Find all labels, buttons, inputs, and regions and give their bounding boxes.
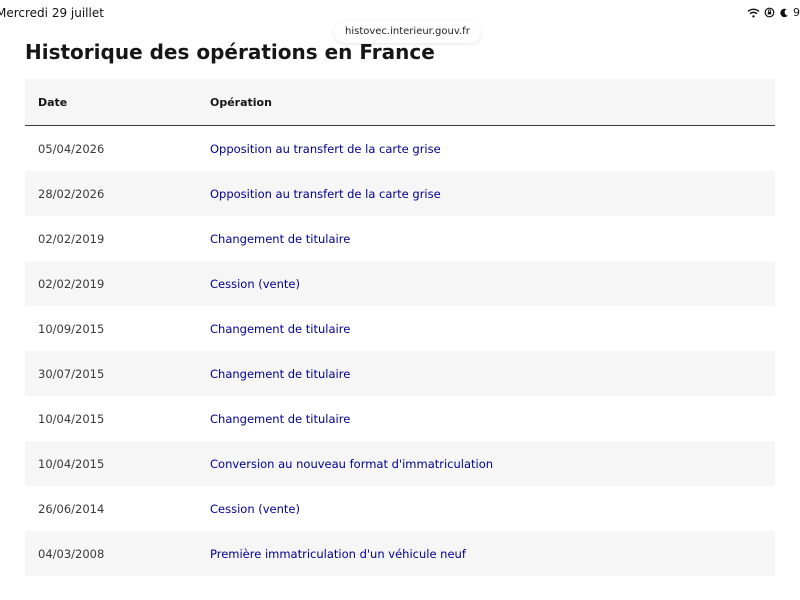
row-date: 02/02/2019	[25, 261, 210, 306]
table-row: 05/04/2026 Opposition au transfert de la…	[25, 126, 775, 172]
table-row: 26/06/2014 Cession (vente)	[25, 486, 775, 531]
column-header-date: Date	[25, 79, 210, 126]
row-operation: Opposition au transfert de la carte gris…	[210, 141, 441, 156]
status-icons: 9	[747, 6, 800, 19]
row-date: 05/04/2026	[38, 141, 105, 156]
page-title: Historique des opérations en France	[25, 40, 435, 64]
row-operation: Changement de titulaire	[210, 411, 351, 426]
table-row: 10/04/2015 Conversion au nouveau format …	[25, 441, 775, 486]
row-operation: Changement de titulaire	[210, 231, 351, 246]
row-operation: Changement de titulaire	[210, 321, 351, 336]
row-operation: Conversion au nouveau format d'immatricu…	[210, 441, 775, 486]
table-row: 02/02/2019 Cession (vente)	[25, 261, 775, 306]
table-row: 02/02/2019 Changement de titulaire	[25, 216, 775, 261]
screen-lock-icon	[764, 7, 775, 18]
row-date: 30/07/2015	[25, 351, 210, 396]
moon-icon	[779, 8, 789, 18]
column-header-operation: Opération	[210, 79, 775, 126]
row-date: 10/04/2015	[38, 411, 105, 426]
table-row: 28/02/2026 Opposition au transfert de la…	[25, 171, 775, 216]
operations-table: Date Opération 05/04/2026 Opposition au …	[25, 79, 775, 576]
table-header-row: Date Opération	[25, 79, 775, 126]
row-date: 26/06/2014	[38, 501, 105, 516]
row-date: 10/09/2015	[38, 321, 105, 336]
wifi-icon	[747, 8, 760, 18]
row-operation: Première immatriculation d'un véhicule n…	[210, 531, 775, 576]
row-date: 04/03/2008	[25, 531, 210, 576]
row-operation: Cession (vente)	[210, 501, 300, 516]
row-date: 10/04/2015	[25, 441, 210, 486]
status-date: Mercredi 29 juillet	[0, 6, 104, 20]
row-date: 28/02/2026	[25, 171, 210, 216]
row-operation: Cession (vente)	[210, 261, 775, 306]
row-operation: Changement de titulaire	[210, 351, 775, 396]
battery-percent: 9	[793, 6, 800, 19]
row-date: 02/02/2019	[38, 231, 105, 246]
table-row: 04/03/2008 Première immatriculation d'un…	[25, 531, 775, 576]
table-row: 30/07/2015 Changement de titulaire	[25, 351, 775, 396]
table-row: 10/04/2015 Changement de titulaire	[25, 396, 775, 441]
row-operation: Opposition au transfert de la carte gris…	[210, 171, 775, 216]
table-row: 10/09/2015 Changement de titulaire	[25, 306, 775, 351]
